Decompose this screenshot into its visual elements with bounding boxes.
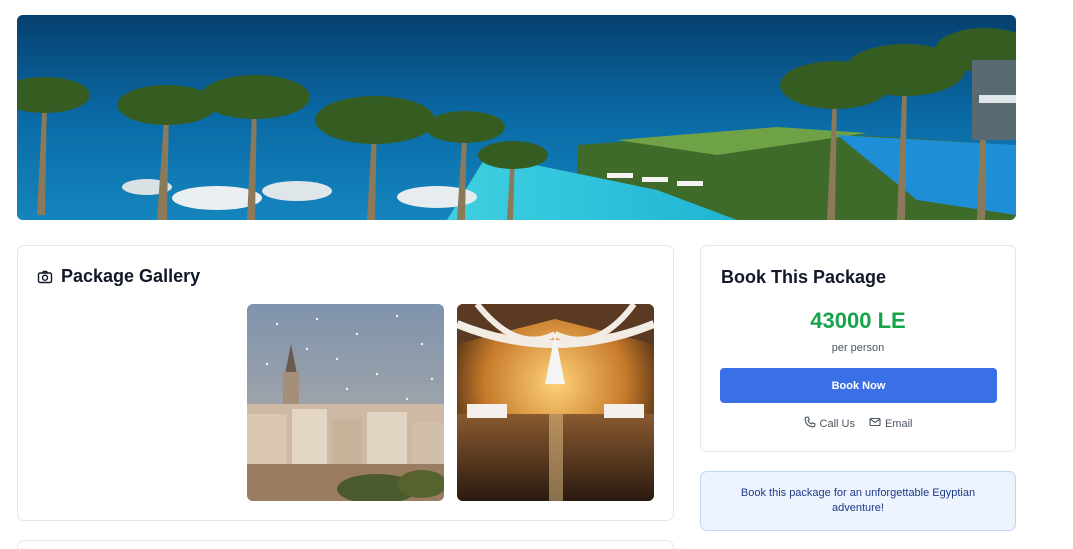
next-section-card (17, 540, 674, 549)
gallery-title: Package Gallery (61, 266, 201, 286)
email-label: Email (884, 417, 913, 430)
package-price: 43000 LE (810, 308, 906, 333)
camera-icon (37, 269, 53, 285)
call-us-label: Call Us (819, 417, 855, 430)
booking-title: Book This Package (721, 267, 887, 287)
gallery-header: Package Gallery (37, 266, 200, 287)
contact-options: Call Us Email (701, 416, 1015, 431)
book-now-button[interactable]: Book Now (720, 368, 997, 403)
package-gallery-card: Package Gallery (17, 245, 674, 521)
gallery-image-istanbul[interactable] (247, 304, 444, 501)
info-note-text: Book this package for an unforgettable E… (740, 487, 976, 514)
price-unit: per person (831, 342, 885, 354)
phone-icon (804, 416, 816, 431)
mail-icon (869, 416, 881, 431)
info-note: Book this package for an unforgettable E… (700, 471, 1016, 531)
email-link[interactable]: Email (869, 416, 913, 431)
booking-card: Book This Package 43000 LE per person Bo… (700, 245, 1016, 452)
gallery-image-wedding-hall[interactable] (457, 304, 654, 501)
hero-banner-image (17, 15, 1016, 220)
call-us-link[interactable]: Call Us (804, 416, 855, 431)
